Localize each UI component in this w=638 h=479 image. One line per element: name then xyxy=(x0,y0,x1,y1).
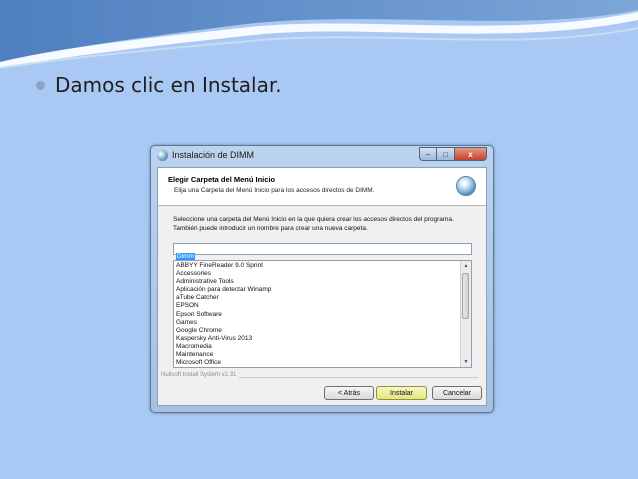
list-item[interactable]: EPSON xyxy=(176,302,459,310)
branding-text: Nullsoft Install System v2.31 xyxy=(161,372,240,378)
list-item[interactable]: Kaspersky Anti-Virus 2013 xyxy=(176,335,459,343)
list-item[interactable]: Administrative Tools xyxy=(176,278,459,286)
scroll-up-arrow-icon[interactable]: ▲ xyxy=(461,261,471,271)
page-subtitle: Elija una Carpeta del Menú Inicio para l… xyxy=(174,187,375,194)
branding-row: Nullsoft Install System v2.31 xyxy=(161,372,478,381)
scrollbar-thumb[interactable] xyxy=(462,273,469,319)
list-item[interactable]: Google Chrome xyxy=(176,327,459,335)
list-scrollbar[interactable]: ▲ ▼ xyxy=(460,261,471,367)
installer-client-area: Elegir Carpeta del Menú Inicio Elija una… xyxy=(157,167,487,406)
close-button[interactable]: x xyxy=(455,147,487,161)
minimize-button[interactable]: – xyxy=(419,147,437,161)
list-item[interactable]: Epson Software xyxy=(176,311,459,319)
cancel-button[interactable]: Cancelar xyxy=(432,386,482,400)
installer-globe-icon xyxy=(456,176,476,196)
list-item[interactable]: Accessories xyxy=(176,270,459,278)
slide-header-wave xyxy=(0,0,638,69)
start-menu-folder-list[interactable]: ABBYY FineReader 9.0 Sprint Accessories … xyxy=(173,260,472,368)
list-item[interactable]: Macromedia xyxy=(176,343,459,351)
page-title: Elegir Carpeta del Menú Inicio xyxy=(168,175,276,184)
bullet-text: Damos clic en Instalar. xyxy=(55,73,282,97)
list-item[interactable]: Microsoft Office xyxy=(176,359,459,367)
list-item[interactable]: aTube Catcher xyxy=(176,294,459,302)
folder-list-items: ABBYY FineReader 9.0 Sprint Accessories … xyxy=(176,262,459,367)
slide-bullet: Damos clic en Instalar. xyxy=(36,73,282,97)
list-item[interactable]: Aplicación para detectar Winamp xyxy=(176,286,459,294)
instructions-text: Seleccione una carpeta del Menú Inicio e… xyxy=(173,216,454,232)
list-item[interactable]: Games xyxy=(176,319,459,327)
start-menu-folder-input[interactable]: Dimm xyxy=(173,243,472,261)
window-titlebar[interactable]: Instalación de DIMM – □ x xyxy=(151,146,493,166)
scroll-down-arrow-icon[interactable]: ▼ xyxy=(461,357,471,367)
installer-header: Elegir Carpeta del Menú Inicio Elija una… xyxy=(158,168,486,206)
window-controls: – □ x xyxy=(419,147,487,161)
installer-window: Instalación de DIMM – □ x Elegir Carpeta… xyxy=(150,145,494,413)
list-item[interactable]: ABBYY FineReader 9.0 Sprint xyxy=(176,262,459,270)
window-title: Instalación de DIMM xyxy=(172,150,255,160)
install-button[interactable]: Instalar xyxy=(376,386,427,400)
back-button[interactable]: < Atrás xyxy=(324,386,374,400)
maximize-button[interactable]: □ xyxy=(437,147,455,161)
installer-app-icon xyxy=(157,150,168,161)
bullet-icon xyxy=(36,80,45,90)
list-item[interactable]: Maintenance xyxy=(176,351,459,359)
